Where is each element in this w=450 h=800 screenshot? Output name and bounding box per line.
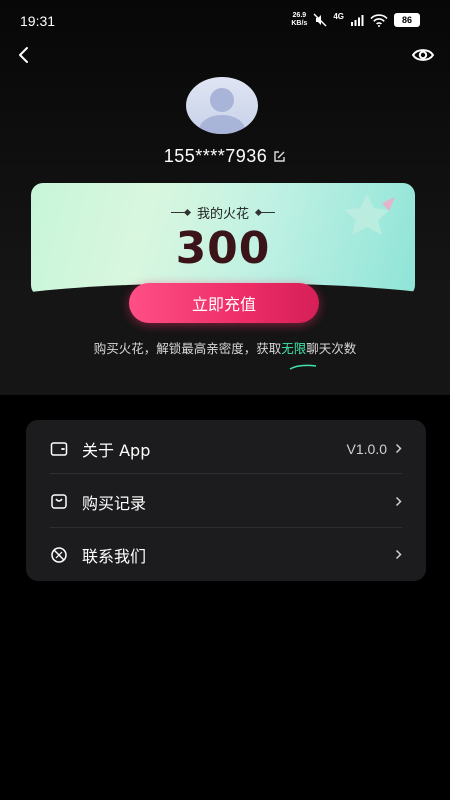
cellular-signal-icon (350, 14, 364, 26)
profile-screen: 19:31 26.9 KB/s 4G 86 155****7936 我的火花 3… (0, 0, 450, 800)
status-time: 19:31 (20, 13, 56, 29)
status-bar: 19:31 26.9 KB/s 4G 86 (0, 0, 450, 40)
avatar-placeholder-head (210, 88, 234, 112)
promo-text-highlight: 无限 (281, 341, 307, 356)
underline-squiggle-icon (289, 356, 317, 375)
visibility-toggle-button[interactable] (410, 44, 436, 70)
chevron-right-icon (395, 549, 402, 560)
network-speed-value: 26.9 (292, 12, 307, 19)
network-type: 4G (333, 11, 344, 21)
eye-icon (411, 47, 435, 67)
spark-value: 300 (175, 223, 271, 274)
menu-item-label: 联系我们 (82, 546, 147, 566)
mute-icon (313, 13, 327, 27)
menu-item-purchase-history[interactable]: 购买记录 (50, 475, 402, 528)
network-speed-unit: KB/s (291, 20, 308, 27)
shopping-bag-icon (50, 493, 72, 510)
wallet-icon (50, 441, 72, 457)
chevron-left-icon (17, 46, 29, 68)
menu-item-label: 购买记录 (82, 493, 147, 513)
spark-label-row: 我的火花 (31, 203, 415, 222)
menu-item-contact-us[interactable]: 联系我们 (50, 528, 402, 581)
recharge-button[interactable]: 立即充值 (129, 283, 319, 323)
chevron-right-icon (395, 443, 402, 454)
menu-divider (50, 473, 402, 474)
wifi-icon (370, 13, 388, 27)
edit-icon[interactable] (273, 150, 286, 163)
promo-text-after: 聊天次数 (306, 341, 357, 356)
promo-text: 购买火花，解锁最高亲密度，获取无限聊天次数 (0, 338, 450, 357)
back-button[interactable] (10, 44, 36, 70)
menu-item-about[interactable]: 关于 App V1.0.0 (50, 422, 402, 475)
status-icons: 26.9 KB/s 4G 86 (291, 12, 420, 28)
spark-label: 我的火花 (196, 207, 249, 222)
spark-balance-card: 我的火花 300 (31, 183, 415, 297)
settings-menu: 关于 App V1.0.0 购买记录 联系我们 (26, 420, 426, 581)
contact-icon (50, 546, 72, 564)
phone-row: 155****7936 (0, 146, 450, 167)
battery-indicator: 86 (394, 13, 420, 27)
divider-ornament (170, 212, 187, 213)
app-version: V1.0.0 (346, 440, 387, 457)
phone-number: 155****7936 (163, 146, 268, 166)
avatar[interactable] (186, 77, 258, 134)
network-speed: 26.9 KB/s (291, 12, 307, 28)
promo-text-before: 购买火花，解锁最高亲密度，获取 (93, 341, 282, 356)
divider-ornament (259, 212, 275, 213)
menu-item-label: 关于 App (82, 440, 151, 460)
chevron-right-icon (395, 496, 402, 507)
avatar-placeholder-body (199, 115, 245, 134)
